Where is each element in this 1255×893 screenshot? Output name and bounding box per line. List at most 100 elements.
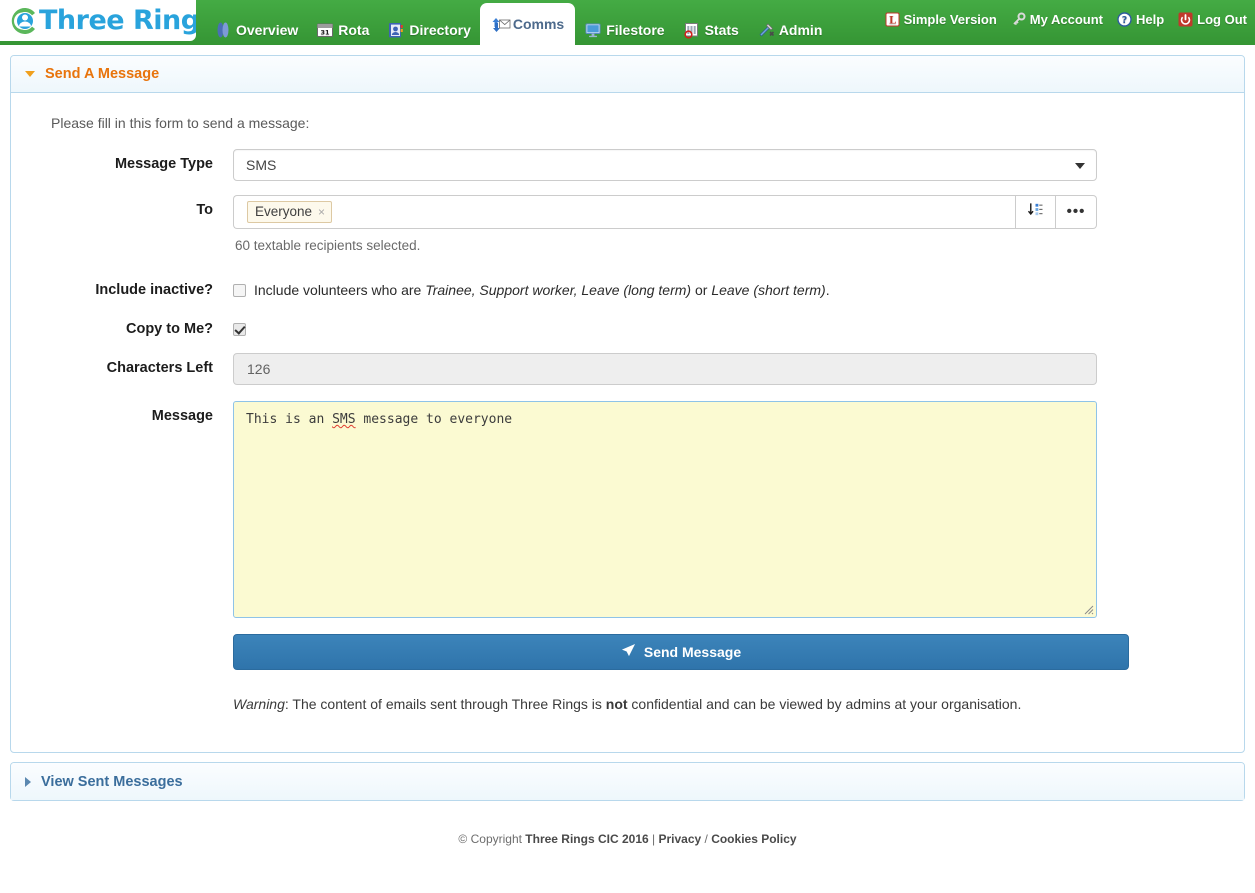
- to-label: To: [196, 202, 213, 218]
- tab-stats[interactable]: Stats: [674, 14, 748, 45]
- field-row-copy-to-me: Copy to Me?: [33, 314, 1222, 337]
- tab-rota[interactable]: 31 Rota: [307, 14, 378, 45]
- recipient-tag-label: Everyone: [255, 204, 313, 219]
- warning-emphasis: not: [605, 695, 628, 712]
- recipient-tag[interactable]: Everyone ×: [247, 201, 333, 223]
- footer-divider: |: [648, 832, 659, 847]
- svg-text:L: L: [889, 16, 896, 27]
- stats-icon: [683, 21, 701, 39]
- view-sent-messages-panel: View Sent Messages: [10, 762, 1245, 802]
- page-content: Send A Message Please fill in this form …: [0, 45, 1255, 847]
- tab-comms[interactable]: Comms: [479, 3, 576, 45]
- warning-text-a: The content of emails sent through Three…: [292, 695, 606, 712]
- svg-text:31: 31: [321, 28, 331, 36]
- message-type-value: SMS: [246, 157, 277, 173]
- include-inactive-middle: or: [691, 282, 712, 298]
- main-tabs: Overview 31 Rota Directory Comms Filesto…: [205, 0, 831, 45]
- log-out-link[interactable]: Log Out: [1178, 12, 1247, 27]
- include-inactive-checkbox[interactable]: [233, 284, 246, 297]
- tab-filestore[interactable]: Filestore: [575, 14, 673, 45]
- resize-handle-icon[interactable]: [1082, 603, 1094, 615]
- tab-admin[interactable]: Admin: [748, 14, 832, 45]
- include-inactive-prefix: Include volunteers who are: [254, 282, 426, 298]
- to-sort-button[interactable]: [1015, 195, 1056, 229]
- sort-list-icon: [1027, 201, 1044, 223]
- include-inactive-suffix: .: [825, 282, 830, 298]
- brand-logo[interactable]: Three Rings: [0, 0, 196, 41]
- calendar-icon: 31: [316, 21, 334, 39]
- cookies-policy-link[interactable]: Cookies Policy: [711, 832, 796, 846]
- help-link[interactable]: ? Help: [1117, 12, 1164, 27]
- tab-overview-label: Overview: [236, 21, 299, 38]
- brand-name: Three Rings: [39, 5, 196, 36]
- chevron-down-icon: [1075, 163, 1085, 169]
- tab-stats-label: Stats: [704, 21, 739, 38]
- warning-prefix: Warning: [233, 695, 285, 712]
- tab-filestore-label: Filestore: [606, 21, 665, 38]
- copy-to-me-row: [233, 314, 1222, 336]
- footer-slash: /: [701, 832, 712, 847]
- my-account-link[interactable]: My Account: [1011, 12, 1103, 27]
- send-spacer: [33, 634, 233, 641]
- send-a-message-header[interactable]: Send A Message: [11, 56, 1244, 93]
- field-row-include-inactive: Include inactive? Include volunteers who…: [33, 275, 1222, 300]
- tab-comms-label: Comms: [512, 16, 565, 32]
- ellipsis-icon: •••: [1066, 203, 1086, 220]
- include-inactive-row: Include volunteers who are Trainee, Supp…: [233, 275, 1222, 300]
- recipient-count-text: 60 textable recipients selected.: [235, 238, 421, 253]
- to-more-button[interactable]: •••: [1056, 195, 1097, 229]
- top-navigation-bar: Three Rings Overview 31 Rota: [0, 0, 1255, 45]
- admin-icon: [757, 21, 775, 39]
- simple-version-icon: L: [885, 12, 900, 27]
- tab-overview[interactable]: Overview: [205, 14, 307, 45]
- include-inactive-roles: Trainee, Support worker, Leave (long ter…: [425, 282, 692, 298]
- view-sent-messages-title: View Sent Messages: [41, 773, 183, 790]
- to-input[interactable]: Everyone ×: [233, 195, 1015, 229]
- field-row-message: Message This is an SMS message to everyo…: [33, 400, 1222, 618]
- tab-directory-label: Directory: [409, 21, 471, 38]
- characters-left-value: 126: [233, 352, 1097, 385]
- close-icon[interactable]: ×: [318, 205, 325, 219]
- include-inactive-text: Include volunteers who are Trainee, Supp…: [254, 281, 830, 300]
- characters-left-label: Characters Left: [106, 359, 213, 376]
- question-icon: ?: [1117, 12, 1132, 27]
- message-type-select[interactable]: SMS: [233, 149, 1097, 181]
- filestore-icon: [584, 21, 602, 39]
- chevron-right-icon: [25, 776, 31, 787]
- message-text-misspelled: SMS: [332, 411, 356, 427]
- warning-text-b: confidential and can be viewed by admins…: [627, 695, 1022, 712]
- send-message-label: Send Message: [643, 643, 742, 660]
- directory-icon: [387, 21, 405, 39]
- message-label: Message: [151, 407, 213, 424]
- tab-admin-label: Admin: [778, 21, 823, 38]
- tab-directory[interactable]: Directory: [378, 14, 479, 45]
- form-intro-text: Please fill in this form to send a messa…: [51, 115, 310, 131]
- copyright-org: Three Rings CIC 2016: [525, 832, 649, 847]
- message-textarea[interactable]: This is an SMS message to everyone: [233, 400, 1097, 618]
- key-icon: [1011, 12, 1026, 27]
- svg-text:?: ?: [1122, 15, 1128, 26]
- field-row-characters-left: Characters Left 126: [33, 352, 1222, 385]
- chevron-down-icon: [25, 71, 35, 77]
- copy-to-me-checkbox[interactable]: [233, 322, 246, 336]
- tab-rota-label: Rota: [338, 21, 370, 38]
- simple-version-link[interactable]: L Simple Version: [885, 12, 997, 27]
- message-text-before: This is an: [246, 411, 333, 427]
- include-inactive-roles-last: Leave (short term): [711, 282, 826, 298]
- my-account-label: My Account: [1029, 12, 1103, 27]
- overview-icon: [214, 21, 232, 39]
- privacy-link[interactable]: Privacy: [658, 832, 701, 846]
- comms-icon: [491, 15, 511, 33]
- copyright-prefix: © Copyright: [458, 832, 526, 847]
- view-sent-messages-header[interactable]: View Sent Messages: [11, 763, 1244, 801]
- log-out-label: Log Out: [1197, 12, 1247, 27]
- simple-version-label: Simple Version: [903, 12, 997, 27]
- to-control-group: Everyone × •••: [233, 195, 1097, 229]
- power-icon: [1178, 12, 1193, 27]
- paper-plane-icon: [621, 643, 636, 661]
- send-a-message-body: Please fill in this form to send a messa…: [11, 93, 1244, 752]
- send-a-message-panel: Send A Message Please fill in this form …: [10, 55, 1245, 754]
- field-row-to: To Everyone × ••• 60 textable recipients…: [33, 195, 1222, 253]
- help-label: Help: [1136, 12, 1165, 27]
- send-message-button[interactable]: Send Message: [233, 633, 1129, 670]
